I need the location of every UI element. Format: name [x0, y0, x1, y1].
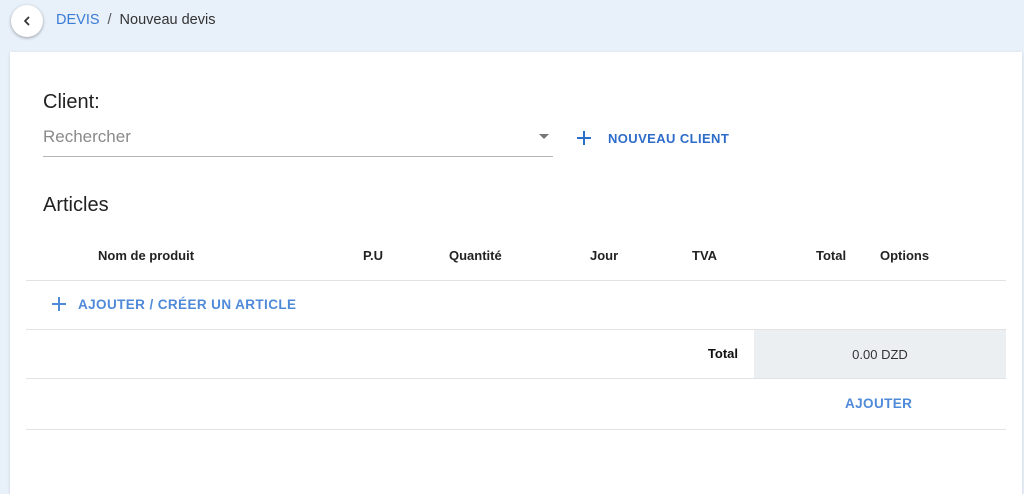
breadcrumb-separator: /	[107, 12, 112, 28]
total-value: 0.00 DZD	[754, 330, 1006, 378]
caret-down-icon[interactable]	[539, 134, 549, 139]
new-client-label: NOUVEAU CLIENT	[608, 130, 730, 146]
articles-table-header: Nom de produit P.U Quantité Jour TVA Tot…	[26, 232, 1006, 281]
client-search-field[interactable]	[43, 122, 553, 157]
submit-row: AJOUTER	[26, 379, 1006, 430]
back-button[interactable]	[11, 5, 43, 37]
add-article-row: AJOUTER / CRÉER UN ARTICLE	[26, 281, 1006, 330]
client-search-input[interactable]	[43, 124, 523, 150]
column-header-day: Jour	[590, 248, 619, 263]
articles-section-title: Articles	[43, 194, 109, 216]
breadcrumb: DEVIS / Nouveau devis	[56, 11, 215, 29]
breadcrumb-current: Nouveau devis	[119, 12, 216, 28]
breadcrumb-link-devis[interactable]: DEVIS	[56, 11, 100, 29]
client-section-title: Client:	[43, 91, 100, 113]
plus-icon	[51, 296, 67, 312]
top-bar: DEVIS / Nouveau devis	[0, 0, 1024, 48]
total-label: Total	[707, 346, 738, 361]
column-header-tva: TVA	[692, 248, 718, 263]
column-header-options: Options	[880, 248, 930, 263]
column-header-quantity: Quantité	[449, 248, 502, 263]
column-header-unit-price: P.U	[363, 248, 383, 263]
add-article-button[interactable]: AJOUTER / CRÉER UN ARTICLE	[51, 296, 296, 312]
new-client-button[interactable]: NOUVEAU CLIENT	[576, 126, 729, 150]
add-quote-button[interactable]: AJOUTER	[845, 396, 912, 411]
add-article-label: AJOUTER / CRÉER UN ARTICLE	[78, 296, 297, 312]
quote-form-card: Client: NOUVEAU CLIENT Articles Nom de p…	[10, 52, 1022, 494]
total-row: Total 0.00 DZD	[26, 330, 1006, 379]
column-header-total: Total	[816, 248, 847, 263]
chevron-left-icon	[24, 16, 30, 26]
plus-icon	[576, 130, 592, 146]
column-header-product-name: Nom de produit	[98, 248, 195, 263]
